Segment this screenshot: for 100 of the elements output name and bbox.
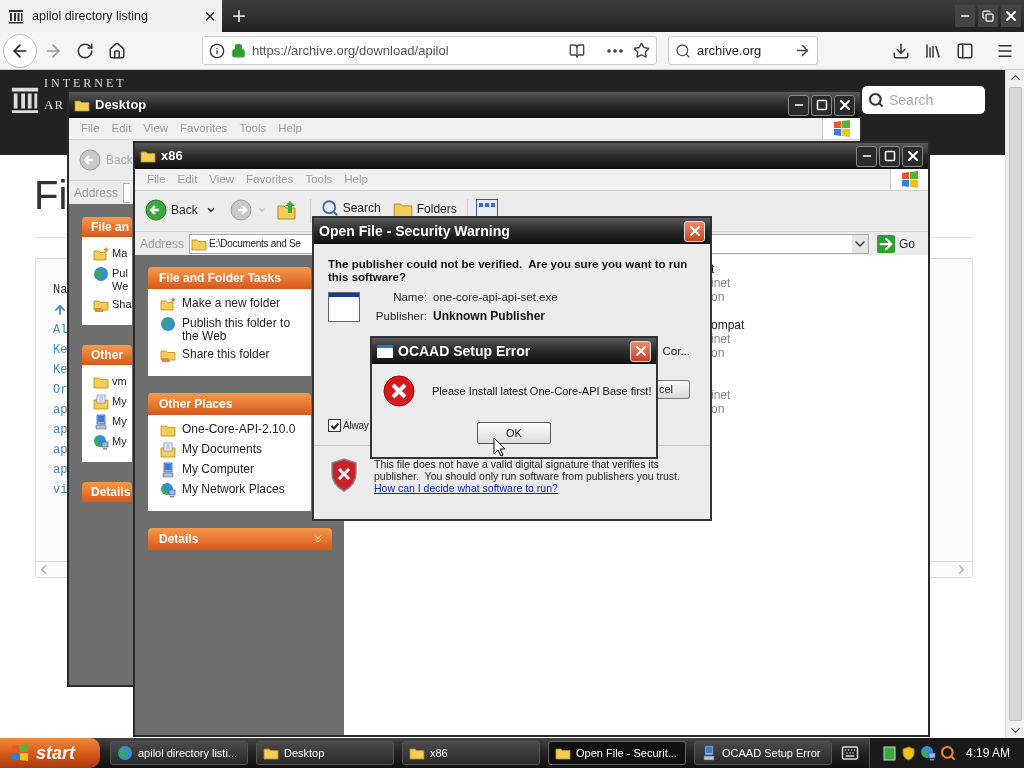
clock: 4:19 AM [965,745,1010,762]
building-icon [8,8,24,24]
reader-icon [569,42,585,59]
url-field[interactable]: https://archive.org/download/apilol [202,36,657,65]
task-link[interactable]: Pul We [112,266,129,293]
library-icon [924,41,942,60]
flag-icon [831,118,852,139]
task-link[interactable]: My Computer [182,462,307,476]
folder-icon [140,148,156,164]
help-link[interactable]: How can I decide what software to run? [374,482,558,494]
restore-button[interactable] [978,5,998,27]
search-icon [675,42,691,59]
page-heading: Fi [34,175,68,215]
task-link[interactable]: vm [112,374,127,388]
taskbar-button[interactable]: OCAAD Setup Error [694,741,832,765]
file-link[interactable]: vi [53,480,68,500]
search-button[interactable]: Search [342,201,381,215]
checkmark-icon [329,420,340,431]
browser-tab[interactable]: apilol directory listing × [0,0,222,32]
folders-button[interactable]: Folders [416,202,457,216]
cancel-button[interactable]: cel [658,380,690,399]
logo-text: INTERNET [44,77,127,89]
folder-up-icon [275,199,298,221]
minimize-button[interactable] [788,94,809,116]
minimize-button[interactable] [856,145,877,167]
from-value: Cor... [662,344,690,358]
task-link[interactable]: My Documents [182,442,307,456]
address-label: Address [140,235,185,253]
field-value: Unknown Publisher [433,308,546,325]
maximize-button[interactable] [879,145,900,167]
window-title: x86 [161,147,183,166]
taskbar-button[interactable]: Open File - Securit... [548,741,686,765]
taskbar-button[interactable]: x86 [402,741,540,765]
folder-icon [160,422,176,438]
window-title: Open File - Security Warning [319,221,510,241]
search-icon[interactable] [939,745,956,761]
search-icon [320,199,339,217]
download-icon [892,41,910,60]
task-link[interactable]: Ma [112,246,128,260]
file-link[interactable]: ap [53,460,68,480]
file-detail: inet [711,332,731,346]
computer-icon [160,462,176,478]
maximize-icon [883,150,896,162]
window-title: Desktop [95,96,147,115]
taskbar-button[interactable]: apilol directory listi... [110,741,248,765]
task-link[interactable]: Publish this folder to the Web [182,316,307,343]
warning-heading: The publisher could not be verified. Are you sure you want to run this software? [328,258,688,285]
flag-icon [899,169,920,190]
more-icon [607,48,623,53]
close-button[interactable] [1001,5,1021,27]
back-button[interactable]: Back [171,201,198,219]
file-detail: on [711,402,725,416]
folder-hand-icon [160,347,176,363]
task-link[interactable]: My Network Places [182,482,307,496]
task-link[interactable]: Sha [112,297,132,311]
task-link[interactable]: My [112,434,127,448]
task-link[interactable]: My [112,414,127,428]
ok-button[interactable]: OK [477,422,551,444]
computer-icon [93,414,109,430]
network-icon [919,745,936,761]
folder-icon [263,745,279,761]
file-link[interactable]: Ke [53,360,68,380]
start-button[interactable]: start [0,738,100,768]
network-icon [160,482,176,498]
keyboard-icon[interactable] [840,744,859,762]
file-link[interactable]: ap [53,440,68,460]
file-link[interactable]: ap [53,400,68,420]
maximize-button[interactable] [811,94,832,116]
task-link[interactable]: Share this folder [182,347,307,361]
field-label: Name: [392,290,427,305]
task-link[interactable]: One-Core-API-2.10.0 [182,422,307,436]
file-link[interactable]: Or [53,380,68,400]
address-label: Address [74,184,119,202]
go-button[interactable]: Go [877,234,915,253]
shield-icon[interactable] [900,745,916,761]
file-detail: inet [711,388,731,402]
checkbox[interactable] [328,419,341,432]
file-detail: on [711,346,725,360]
tab-close-button[interactable]: × [204,6,216,26]
globe-icon [93,266,109,282]
back-button[interactable] [3,33,37,68]
file-link[interactable]: Ke [53,340,68,360]
taskbar-button[interactable]: Desktop [256,741,394,765]
new-tab-button[interactable]: + [232,4,246,28]
task-link[interactable]: My [112,394,127,408]
task-link[interactable]: Make a new folder [182,296,307,310]
restore-icon [982,10,994,22]
file-link[interactable]: Al [53,320,68,340]
close-button[interactable] [834,94,855,116]
file-detail: inet [711,276,731,290]
documents-icon [160,442,176,458]
minimize-button[interactable] [955,5,975,27]
file-detail: on [711,290,725,304]
column-header: Na [53,282,68,299]
file-name[interactable]: ompat [711,318,745,332]
search-field[interactable]: archive.org [668,36,818,65]
close-button[interactable] [902,145,923,167]
file-link[interactable]: ap [53,420,68,440]
address-field[interactable] [123,182,131,203]
warning-note: This file does not have a valid digital signature that verifies its publisher. You should only run software from publishers you trust. [374,458,681,482]
